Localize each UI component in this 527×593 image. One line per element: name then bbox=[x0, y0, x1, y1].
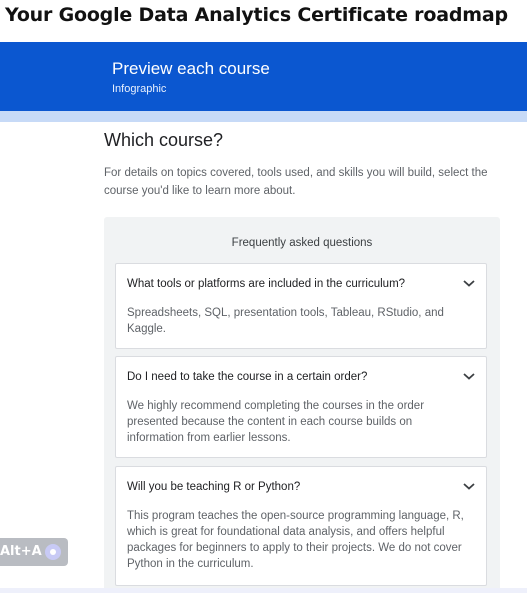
banner-underline bbox=[0, 111, 527, 122]
section-heading: Which course? bbox=[104, 130, 224, 150]
shortcut-badge[interactable]: Alt+A bbox=[0, 538, 68, 566]
faq-answer: We highly recommend completing the cours… bbox=[127, 400, 425, 444]
chevron-down-icon[interactable] bbox=[462, 278, 476, 288]
faq-item-course-order[interactable]: Do I need to take the course in a certai… bbox=[115, 356, 487, 458]
faq-answer: Spreadsheets, SQL, presentation tools, T… bbox=[127, 307, 444, 335]
bottom-strip bbox=[0, 588, 527, 593]
banner-title: Preview each course bbox=[112, 59, 270, 78]
faq-item-tools[interactable]: What tools or platforms are included in … bbox=[115, 263, 487, 349]
faq-answer: This program teaches the open-source pro… bbox=[127, 510, 464, 570]
faq-question[interactable]: Do I need to take the course in a certai… bbox=[127, 371, 447, 383]
shortcut-label: Alt+A bbox=[0, 544, 42, 559]
faq-item-r-or-python[interactable]: Will you be teaching R or Python? This p… bbox=[115, 466, 487, 586]
chevron-down-icon[interactable] bbox=[462, 371, 476, 381]
section-description: For details on topics covered, tools use… bbox=[104, 167, 488, 197]
faq-question[interactable]: Will you be teaching R or Python? bbox=[127, 481, 447, 493]
assistant-dot-icon[interactable] bbox=[45, 544, 61, 560]
banner-subtitle: Infographic bbox=[112, 83, 167, 95]
faq-panel: Frequently asked questions What tools or… bbox=[104, 217, 500, 593]
chevron-down-icon[interactable] bbox=[462, 481, 476, 491]
course-banner: Preview each course Infographic bbox=[0, 42, 527, 111]
page-title: Your Google Data Analytics Certificate r… bbox=[5, 4, 508, 26]
faq-question[interactable]: What tools or platforms are included in … bbox=[127, 278, 447, 290]
faq-title: Frequently asked questions bbox=[231, 237, 373, 249]
